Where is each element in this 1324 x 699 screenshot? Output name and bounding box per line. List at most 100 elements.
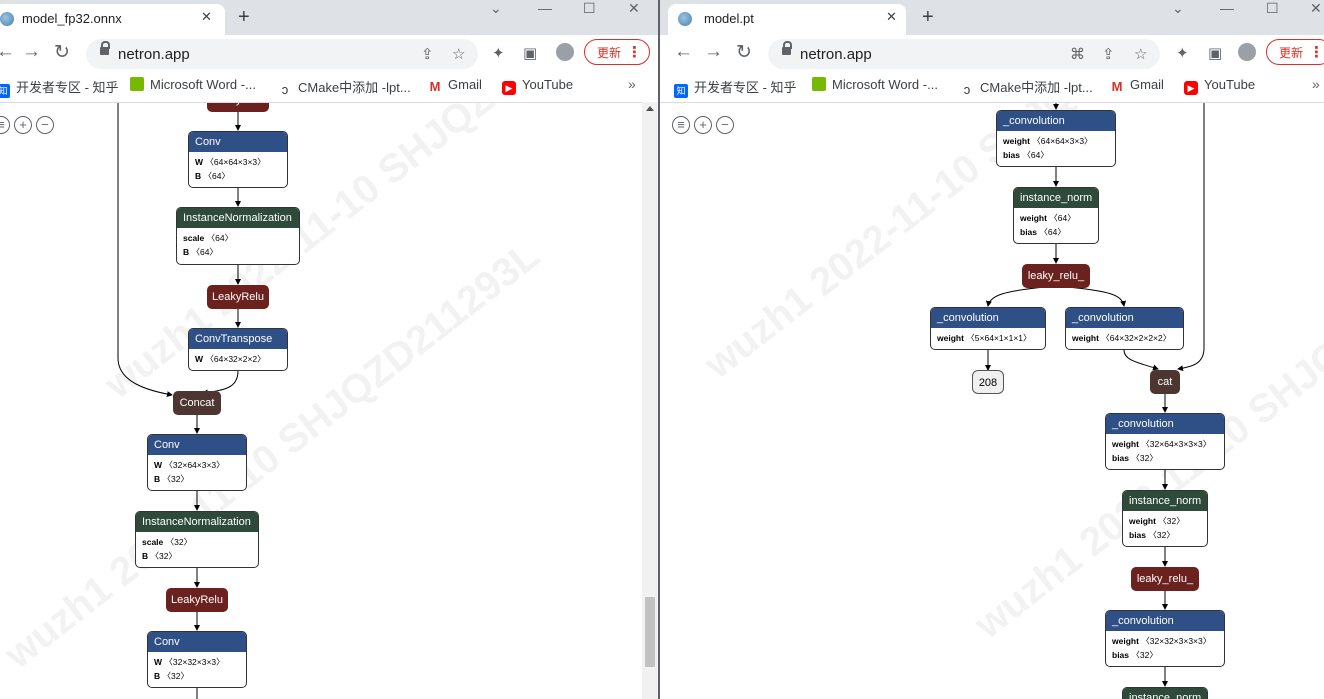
attr-value: 〈32×32×3×3×3〉 [1141,636,1212,646]
new-tab-button[interactable]: + [238,6,250,29]
tab-model-pt[interactable]: model.pt ✕ [668,4,906,35]
bookmarks-overflow-icon[interactable]: » [628,76,636,92]
node-convolution-transpose[interactable]: _convolution weight 〈64×32×2×2×2〉 [1065,307,1184,350]
minimize-button[interactable]: — [1220,0,1234,16]
scroll-up-arrow-icon[interactable] [646,106,654,111]
reload-button[interactable]: ↻ [736,41,752,64]
bookmark-gmail[interactable]: M Gmail [1110,77,1164,94]
close-tab-icon[interactable]: ✕ [201,9,212,25]
node-conv[interactable]: Conv W 〈32×32×3×3〉 B 〈32〉 [147,631,247,688]
address-bar[interactable]: netron.app ⌘ ⇪ ☆ [768,39,1160,69]
attr-value: 〈32×64×3×3×3〉 [1141,439,1212,449]
scrollbar-thumb[interactable] [645,597,655,667]
node-concat[interactable]: Concat [173,391,221,415]
node-leaky-relu[interactable]: leaky_relu_ [1131,567,1199,591]
node-instance-norm[interactable]: instance_norm weight 〈64〉 bias 〈64〉 [1013,187,1099,244]
share-icon[interactable]: ⇪ [1102,45,1115,63]
close-tab-icon[interactable]: ✕ [886,9,897,25]
side-panel-icon[interactable]: ▣ [1208,44,1222,62]
url-text: netron.app [118,46,190,63]
node-conv[interactable]: Conv W 〈32×64×3×3〉 B 〈32〉 [147,434,247,491]
bookmark-youtube[interactable]: ▶ YouTube [502,77,573,95]
profile-avatar[interactable] [556,43,574,61]
bookmark-cmake[interactable]: ↄ CMake中添加 -lpt... [278,77,411,97]
vertical-scrollbar[interactable] [642,102,658,699]
node-leakyrelu-top[interactable]: LeakyRelu [207,103,269,112]
attr-name: weight [1020,213,1047,223]
bookmark-zhihu[interactable]: 知开发者专区 - 知乎 [0,77,119,98]
zhihu-icon: 知 [0,84,10,98]
node-convtranspose[interactable]: ConvTranspose W 〈64×32×2×2〉 [188,328,288,371]
back-button[interactable]: ← [674,41,693,63]
output-node-208[interactable]: 208 [972,370,1004,394]
attr-value: 〈64×64×3×3〉 [205,157,266,167]
attr-value: 〈64×32×2×2×2〉 [1101,333,1172,343]
extensions-icon[interactable]: ✦ [1176,44,1189,62]
bookmark-zhihu[interactable]: 知开发者专区 - 知乎 [674,77,797,98]
minimize-button[interactable]: — [538,0,552,16]
share-icon[interactable]: ⇪ [421,45,434,63]
node-title: Conv [148,435,246,455]
bookmark-star-icon[interactable]: ☆ [452,45,465,63]
attr-name: bias [1129,530,1147,540]
node-leakyrelu[interactable]: LeakyRelu [166,588,228,612]
forward-button[interactable]: → [704,41,723,63]
node-title: instance_norm [1123,491,1207,511]
maximize-button[interactable]: ☐ [583,0,596,17]
close-window-button[interactable]: ✕ [628,0,640,17]
node-conv[interactable]: Conv W 〈64×64×3×3〉 B 〈64〉 [188,131,288,188]
bookmark-cmake[interactable]: ↄ CMake中添加 -lpt... [960,77,1093,97]
menu-kebab-icon: ⋮ [627,44,642,61]
profile-avatar[interactable] [1238,43,1256,61]
node-title: _convolution [1066,308,1183,328]
node-instance-norm[interactable]: instance_norm weight 〈32〉 bias 〈32〉 [1122,490,1208,547]
node-convolution-out[interactable]: _convolution weight 〈5×64×1×1×1〉 [930,307,1046,350]
node-convolution[interactable]: _convolution weight 〈32×32×3×3×3〉 bias 〈3… [1105,610,1225,667]
graph-edges [985,103,1205,687]
nvidia-icon [130,77,144,91]
back-button[interactable]: ← [0,41,15,63]
bookmark-star-icon[interactable]: ☆ [1134,45,1147,63]
reload-button[interactable]: ↻ [54,41,70,64]
browser-toolbar: ← → ↻ netron.app ⌘ ⇪ ☆ ✦ ▣ 更新 ⋮ [660,35,1324,71]
attr-name: W [195,157,204,167]
tab-search-icon[interactable]: ⌄ [490,0,502,17]
netron-graph-canvas[interactable]: wuzh1 2022-11-10 SHJQZD211293L wuzh1 202… [0,103,658,699]
update-button[interactable]: 更新 ⋮ [1266,39,1324,65]
tab-model-fp32-onnx[interactable]: model_fp32.onnx ✕ [0,4,225,35]
bookmark-youtube[interactable]: ▶ YouTube [1184,77,1255,95]
bookmark-label: CMake中添加 -lpt... [298,80,411,95]
node-convolution[interactable]: _convolution weight 〈32×64×3×3×3〉 bias 〈3… [1105,413,1225,470]
youtube-icon: ▶ [1184,81,1198,95]
side-panel-icon[interactable]: ▣ [523,44,537,62]
translate-icon[interactable]: ⌘ [1070,45,1085,63]
node-leaky-relu[interactable]: leaky_relu_ [1022,264,1090,288]
maximize-button[interactable]: ☐ [1266,0,1279,17]
bookmark-label: 开发者专区 - 知乎 [694,80,797,95]
tab-search-icon[interactable]: ⌄ [1172,0,1184,17]
netron-graph-canvas[interactable]: wuzh1 2022-11-10 SHJQZD211293L wuzh1 202… [660,103,1324,699]
extensions-icon[interactable]: ✦ [492,44,505,62]
attr-name: bias [1112,453,1130,463]
bookmark-microsoft-word[interactable]: Microsoft Word -... [130,77,256,92]
tab-title: model_fp32.onnx [22,11,122,26]
node-instancenormalization[interactable]: InstanceNormalization scale 〈64〉 B 〈64〉 [176,207,300,265]
forward-button[interactable]: → [22,41,41,63]
node-convolution[interactable]: _convolution weight 〈64×64×3×3〉 bias 〈64〉 [996,110,1116,167]
bookmark-gmail[interactable]: M Gmail [428,77,482,94]
address-bar[interactable]: netron.app ⇪ ☆ [86,39,478,69]
bookmark-microsoft-word[interactable]: Microsoft Word -... [812,77,938,92]
attr-name: weight [937,333,964,343]
attr-value: 〈32×32×3×3〉 [164,657,225,667]
bookmarks-overflow-icon[interactable]: » [1312,76,1320,92]
node-instancenormalization[interactable]: InstanceNormalization scale 〈32〉 B 〈32〉 [135,511,259,568]
node-cat[interactable]: cat [1150,370,1180,394]
close-window-button[interactable]: ✕ [1310,0,1322,17]
left-browser-window: model_fp32.onnx ✕ + ⌄ — ☐ ✕ ← → ↻ netron… [0,0,658,699]
update-button[interactable]: 更新 ⋮ [584,39,650,65]
node-leakyrelu[interactable]: LeakyRelu [207,285,269,309]
attr-value: 〈32〉 [162,474,189,484]
update-label: 更新 [597,46,622,60]
new-tab-button[interactable]: + [922,6,934,29]
node-instance-norm-partial[interactable]: instance_norm [1122,687,1208,699]
